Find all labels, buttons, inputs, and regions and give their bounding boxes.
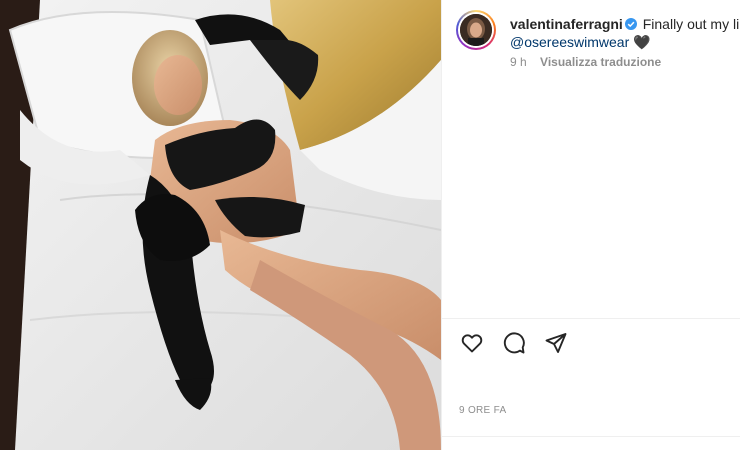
share-button[interactable] — [543, 330, 569, 356]
like-button[interactable] — [459, 330, 485, 356]
post-photo[interactable] — [0, 0, 441, 450]
translate-link[interactable]: Visualizza traduzione — [540, 55, 661, 69]
comment-button[interactable] — [501, 330, 527, 356]
relative-time: 9 h — [510, 55, 527, 69]
post-image — [0, 0, 441, 450]
avatar[interactable] — [456, 10, 496, 50]
verified-badge-icon — [624, 18, 637, 30]
post-sidebar: valentinaferragni Finally out my lingeri… — [441, 0, 740, 450]
post-timestamp: 9 ORE FA — [459, 405, 507, 416]
username-link[interactable]: valentinaferragni — [510, 16, 623, 32]
share-icon — [545, 333, 567, 353]
caption-meta: 9 h Visualizza traduzione — [510, 55, 661, 69]
comment-icon — [503, 332, 525, 354]
caption: valentinaferragni Finally out my lingeri… — [510, 15, 740, 51]
heart-emoji: 🖤 — [633, 34, 651, 50]
divider — [442, 318, 740, 319]
heart-icon — [461, 334, 483, 353]
action-bar — [459, 330, 569, 358]
mention-link[interactable]: @osereeswimwear — [510, 34, 629, 50]
caption-body: Finally out my lingerie collection with — [642, 16, 740, 32]
divider — [442, 436, 740, 437]
caption-row: valentinaferragni Finally out my lingeri… — [456, 10, 740, 80]
